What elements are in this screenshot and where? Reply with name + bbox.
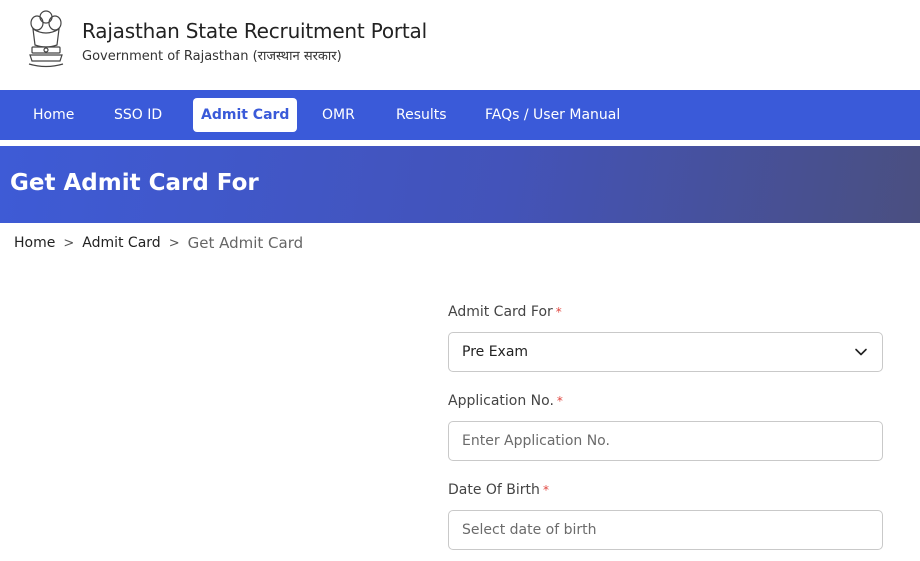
breadcrumb-separator: >	[63, 235, 75, 251]
chevron-down-icon	[855, 348, 867, 356]
nav-item-faqs[interactable]: FAQs / User Manual	[485, 98, 620, 132]
admit-card-for-label: Admit Card For *	[448, 304, 562, 320]
application-no-input[interactable]: Enter Application No.	[448, 421, 883, 461]
dob-placeholder: Select date of birth	[462, 522, 597, 538]
nav-item-home[interactable]: Home	[33, 98, 74, 132]
portal-title: Rajasthan State Recruitment Portal	[82, 19, 427, 43]
required-marker: *	[556, 394, 563, 408]
required-marker: *	[555, 305, 562, 319]
nav-item-sso-id[interactable]: SSO ID	[114, 98, 162, 132]
application-no-placeholder: Enter Application No.	[462, 433, 610, 449]
admit-card-for-value: Pre Exam	[462, 344, 529, 360]
application-no-label: Application No. *	[448, 393, 563, 409]
nav-item-results[interactable]: Results	[396, 98, 447, 132]
breadcrumb-admit-card[interactable]: Admit Card	[82, 235, 160, 251]
national-emblem-icon	[28, 10, 64, 68]
portal-subtitle: Government of Rajasthan (राजस्थान सरकार)	[82, 49, 342, 64]
page-banner: Get Admit Card For	[0, 146, 920, 223]
nav-item-admit-card[interactable]: Admit Card	[193, 98, 298, 132]
nav-item-omr[interactable]: OMR	[322, 98, 355, 132]
admit-card-for-label-text: Admit Card For	[448, 304, 553, 320]
main-nav: Home SSO ID Admit Card OMR Results FAQs …	[0, 90, 920, 140]
dob-label: Date Of Birth *	[448, 482, 549, 498]
breadcrumb-current: Get Admit Card	[187, 234, 304, 252]
breadcrumb-separator: >	[168, 235, 180, 251]
page-title: Get Admit Card For	[10, 170, 259, 196]
admit-card-for-select[interactable]: Pre Exam	[448, 332, 883, 372]
required-marker: *	[542, 483, 549, 497]
breadcrumb-home[interactable]: Home	[14, 235, 55, 251]
breadcrumb: Home > Admit Card > Get Admit Card	[14, 234, 303, 252]
dob-input[interactable]: Select date of birth	[448, 510, 883, 550]
application-no-label-text: Application No.	[448, 393, 554, 409]
site-header: Rajasthan State Recruitment Portal Gover…	[0, 0, 920, 90]
dob-label-text: Date Of Birth	[448, 482, 540, 498]
